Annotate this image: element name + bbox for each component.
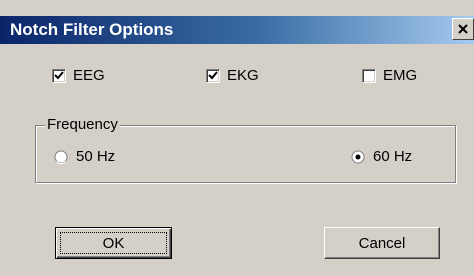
checkbox-ekg-box[interactable] bbox=[206, 68, 220, 83]
title-bar[interactable]: Notch Filter Options bbox=[0, 16, 474, 44]
radio-50hz[interactable]: 50 Hz bbox=[54, 148, 115, 165]
radio-icon[interactable] bbox=[351, 150, 365, 164]
checkbox-eeg[interactable]: EEG bbox=[52, 67, 105, 84]
cancel-button[interactable]: Cancel bbox=[324, 227, 440, 259]
close-icon bbox=[458, 24, 468, 34]
ok-button[interactable]: OK bbox=[55, 227, 172, 259]
checkbox-ekg-label: EKG bbox=[227, 67, 259, 84]
frequency-group: Frequency 50 Hz 60 Hz bbox=[35, 116, 456, 183]
checkmark-icon bbox=[54, 70, 64, 79]
checkmark-icon bbox=[208, 70, 218, 79]
checkbox-emg-label: EMG bbox=[383, 67, 418, 84]
checkbox-eeg-box[interactable] bbox=[52, 68, 66, 83]
checkbox-emg[interactable]: EMG bbox=[362, 67, 417, 84]
checkbox-eeg-label: EEG bbox=[73, 67, 105, 84]
frequency-group-label: Frequency bbox=[45, 116, 120, 133]
checkbox-emg-box[interactable] bbox=[362, 68, 376, 83]
radio-60hz-label: 60 Hz bbox=[373, 148, 413, 165]
close-button[interactable] bbox=[452, 18, 474, 40]
checkbox-ekg[interactable]: EKG bbox=[206, 67, 259, 84]
cancel-button-label: Cancel bbox=[358, 234, 406, 252]
radio-icon[interactable] bbox=[54, 150, 68, 164]
radio-60hz[interactable]: 60 Hz bbox=[351, 148, 412, 165]
ok-button-label: OK bbox=[102, 234, 125, 252]
dialog-window: Notch Filter Options EEG EKG EMG Frequen… bbox=[0, 0, 474, 276]
radio-50hz-label: 50 Hz bbox=[76, 148, 116, 165]
window-title: Notch Filter Options bbox=[10, 20, 174, 39]
